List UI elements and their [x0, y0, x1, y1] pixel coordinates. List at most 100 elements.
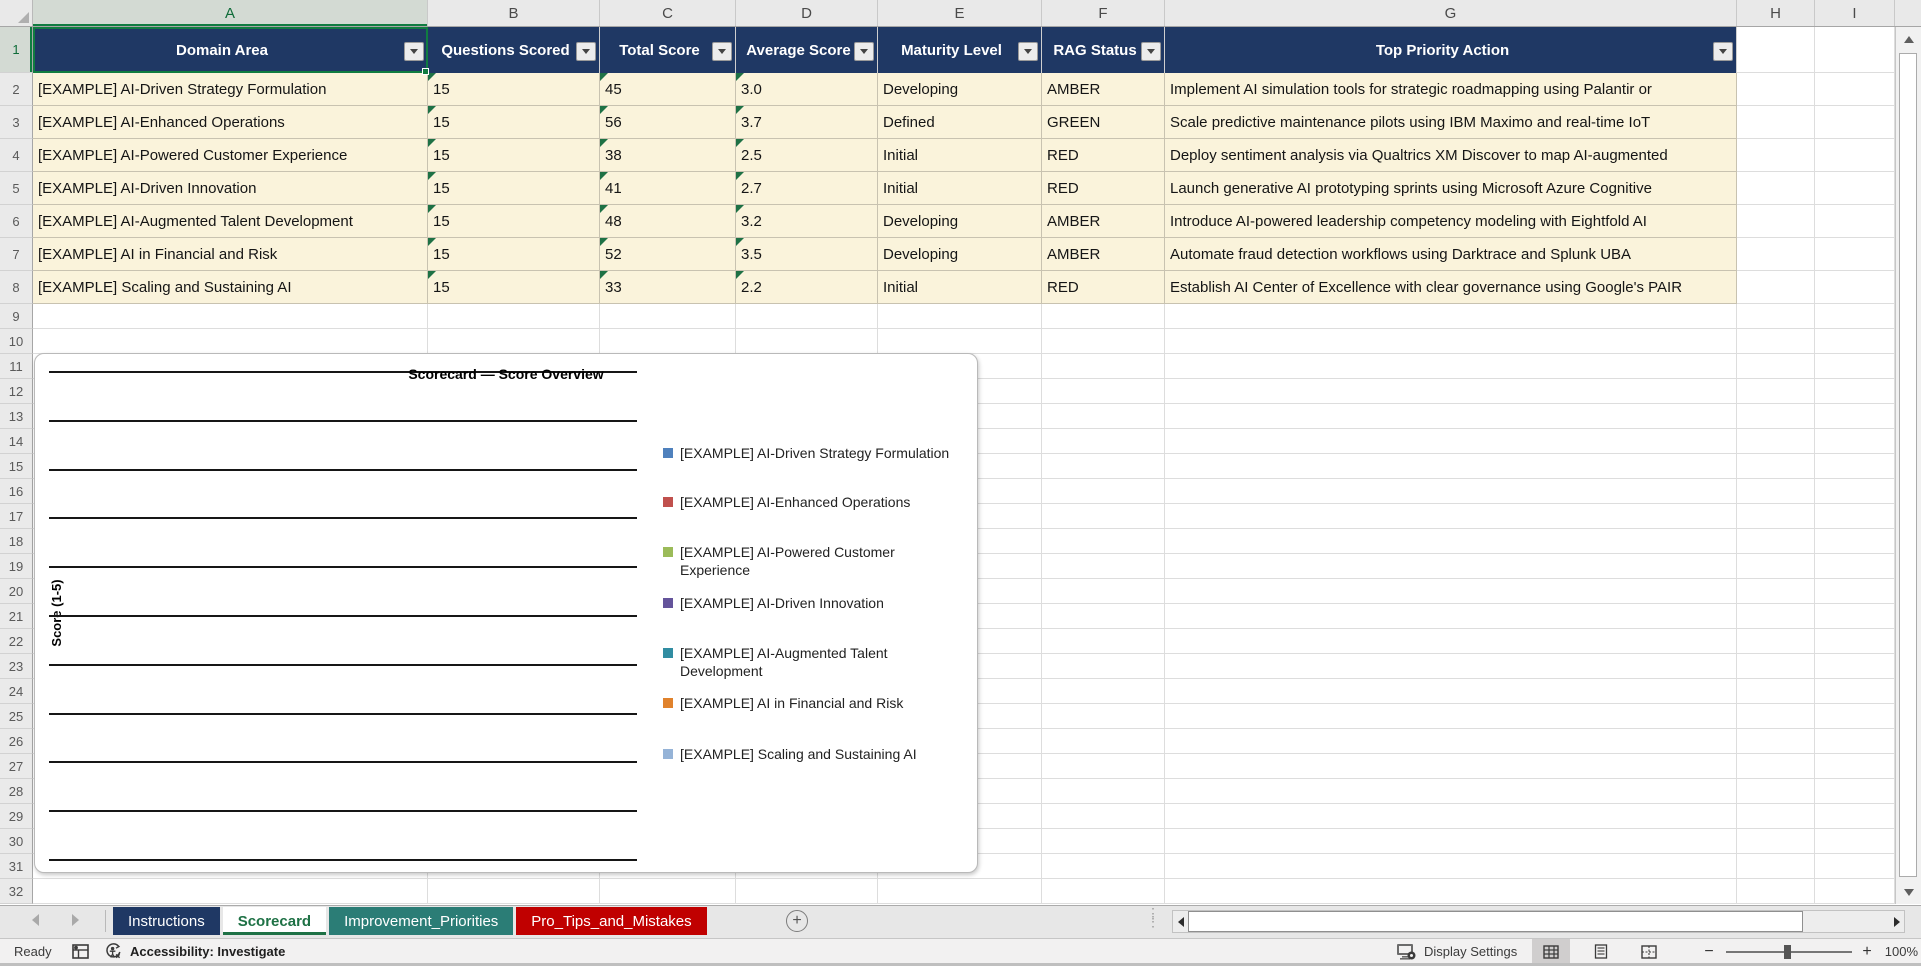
cell-F16[interactable]: [1042, 479, 1165, 504]
row-header-12[interactable]: 12: [0, 379, 33, 404]
cell-H6[interactable]: [1737, 205, 1815, 238]
row-header-9[interactable]: 9: [0, 304, 33, 329]
scroll-up-button[interactable]: [1896, 27, 1921, 51]
cell-E5[interactable]: Initial: [878, 172, 1042, 205]
cell-C9[interactable]: [600, 304, 736, 329]
cell-F24[interactable]: [1042, 679, 1165, 704]
row-header-3[interactable]: 3: [0, 106, 33, 139]
view-page-break-button[interactable]: [1630, 939, 1668, 964]
cell-I18[interactable]: [1815, 529, 1895, 554]
row-header-23[interactable]: 23: [0, 654, 33, 679]
cell-I9[interactable]: [1815, 304, 1895, 329]
filter-dropdown-button[interactable]: [712, 42, 732, 61]
tab-scroll-right-icon[interactable]: [72, 914, 79, 926]
cell-H28[interactable]: [1737, 779, 1815, 804]
cell-C8[interactable]: 33: [600, 271, 736, 304]
cell-E2[interactable]: Developing: [878, 73, 1042, 106]
cell-F7[interactable]: AMBER: [1042, 238, 1165, 271]
cell-A8[interactable]: [EXAMPLE] Scaling and Sustaining AI: [33, 271, 428, 304]
vertical-scrollbar-thumb[interactable]: [1899, 53, 1917, 877]
row-header-11[interactable]: 11: [0, 354, 33, 379]
cell-I17[interactable]: [1815, 504, 1895, 529]
chart-legend[interactable]: [EXAMPLE] AI-Driven Strategy Formulation…: [663, 354, 975, 872]
row-header-29[interactable]: 29: [0, 804, 33, 829]
cell-A6[interactable]: [EXAMPLE] AI-Augmented Talent Developmen…: [33, 205, 428, 238]
cell-I25[interactable]: [1815, 704, 1895, 729]
cell-G4[interactable]: Deploy sentiment analysis via Qualtrics …: [1165, 139, 1737, 172]
row-header-13[interactable]: 13: [0, 404, 33, 429]
zoom-out-button[interactable]: −: [1700, 939, 1718, 964]
cell-F14[interactable]: [1042, 429, 1165, 454]
tab-scroll-left-icon[interactable]: [32, 914, 39, 926]
cell-G7[interactable]: Automate fraud detection workflows using…: [1165, 238, 1737, 271]
column-header-total-score[interactable]: Total Score: [600, 27, 736, 73]
cell-F22[interactable]: [1042, 629, 1165, 654]
cell-H3[interactable]: [1737, 106, 1815, 139]
cell-F32[interactable]: [1042, 879, 1165, 904]
cell-I16[interactable]: [1815, 479, 1895, 504]
zoom-level[interactable]: 100%: [1880, 939, 1918, 964]
column-header-b[interactable]: B: [428, 0, 600, 26]
cell-I7[interactable]: [1815, 238, 1895, 271]
splitter-grip-icon[interactable]: ⋮⋮: [1146, 909, 1154, 925]
cell-I5[interactable]: [1815, 172, 1895, 205]
cell-G20[interactable]: [1165, 579, 1737, 604]
cell-F23[interactable]: [1042, 654, 1165, 679]
horizontal-scrollbar[interactable]: [1172, 910, 1905, 933]
row-header-7[interactable]: 7: [0, 238, 33, 271]
cell-F28[interactable]: [1042, 779, 1165, 804]
cell-D4[interactable]: 2.5: [736, 139, 878, 172]
cell-I12[interactable]: [1815, 379, 1895, 404]
cell-A5[interactable]: [EXAMPLE] AI-Driven Innovation: [33, 172, 428, 205]
scroll-left-button[interactable]: [1173, 911, 1188, 932]
cell-F17[interactable]: [1042, 504, 1165, 529]
cell-I23[interactable]: [1815, 654, 1895, 679]
cell-H24[interactable]: [1737, 679, 1815, 704]
cell-G26[interactable]: [1165, 729, 1737, 754]
cell-G29[interactable]: [1165, 804, 1737, 829]
view-normal-button[interactable]: [1532, 939, 1570, 964]
cell-G13[interactable]: [1165, 404, 1737, 429]
cell-A7[interactable]: [EXAMPLE] AI in Financial and Risk: [33, 238, 428, 271]
cell-E32[interactable]: [878, 879, 1042, 904]
column-header-d[interactable]: D: [736, 0, 878, 26]
cell-H27[interactable]: [1737, 754, 1815, 779]
cell-A10[interactable]: [33, 329, 428, 354]
embedded-chart[interactable]: Scorecard — Score Overview Score (1-5) […: [34, 353, 978, 873]
cell-G12[interactable]: [1165, 379, 1737, 404]
cell-G25[interactable]: [1165, 704, 1737, 729]
cell-G3[interactable]: Scale predictive maintenance pilots usin…: [1165, 106, 1737, 139]
cell-G18[interactable]: [1165, 529, 1737, 554]
cell-G21[interactable]: [1165, 604, 1737, 629]
horizontal-scrollbar-track[interactable]: [1803, 911, 1889, 932]
cell-B4[interactable]: 15: [428, 139, 600, 172]
cell-I4[interactable]: [1815, 139, 1895, 172]
cell-I30[interactable]: [1815, 829, 1895, 854]
cell-B9[interactable]: [428, 304, 600, 329]
cell-G2[interactable]: Implement AI simulation tools for strate…: [1165, 73, 1737, 106]
row-header-5[interactable]: 5: [0, 172, 33, 205]
cell-D7[interactable]: 3.5: [736, 238, 878, 271]
cell-F27[interactable]: [1042, 754, 1165, 779]
cell-H9[interactable]: [1737, 304, 1815, 329]
cell-F19[interactable]: [1042, 554, 1165, 579]
row-header-17[interactable]: 17: [0, 504, 33, 529]
cell-I6[interactable]: [1815, 205, 1895, 238]
cell-H26[interactable]: [1737, 729, 1815, 754]
filter-dropdown-button[interactable]: [854, 42, 874, 61]
row-header-8[interactable]: 8: [0, 271, 33, 304]
row-header-22[interactable]: 22: [0, 629, 33, 654]
cell-F25[interactable]: [1042, 704, 1165, 729]
row-header-19[interactable]: 19: [0, 554, 33, 579]
cell-H30[interactable]: [1737, 829, 1815, 854]
cell-A3[interactable]: [EXAMPLE] AI-Enhanced Operations: [33, 106, 428, 139]
cell-G24[interactable]: [1165, 679, 1737, 704]
legend-entry[interactable]: [EXAMPLE] AI-Powered CustomerExperience: [663, 543, 895, 579]
cell-G8[interactable]: Establish AI Center of Excellence with c…: [1165, 271, 1737, 304]
sheet-tab-scorecard[interactable]: Scorecard: [223, 907, 326, 935]
cell-H15[interactable]: [1737, 454, 1815, 479]
cell-F12[interactable]: [1042, 379, 1165, 404]
cell-I19[interactable]: [1815, 554, 1895, 579]
zoom-in-button[interactable]: +: [1858, 939, 1876, 964]
cell-G27[interactable]: [1165, 754, 1737, 779]
